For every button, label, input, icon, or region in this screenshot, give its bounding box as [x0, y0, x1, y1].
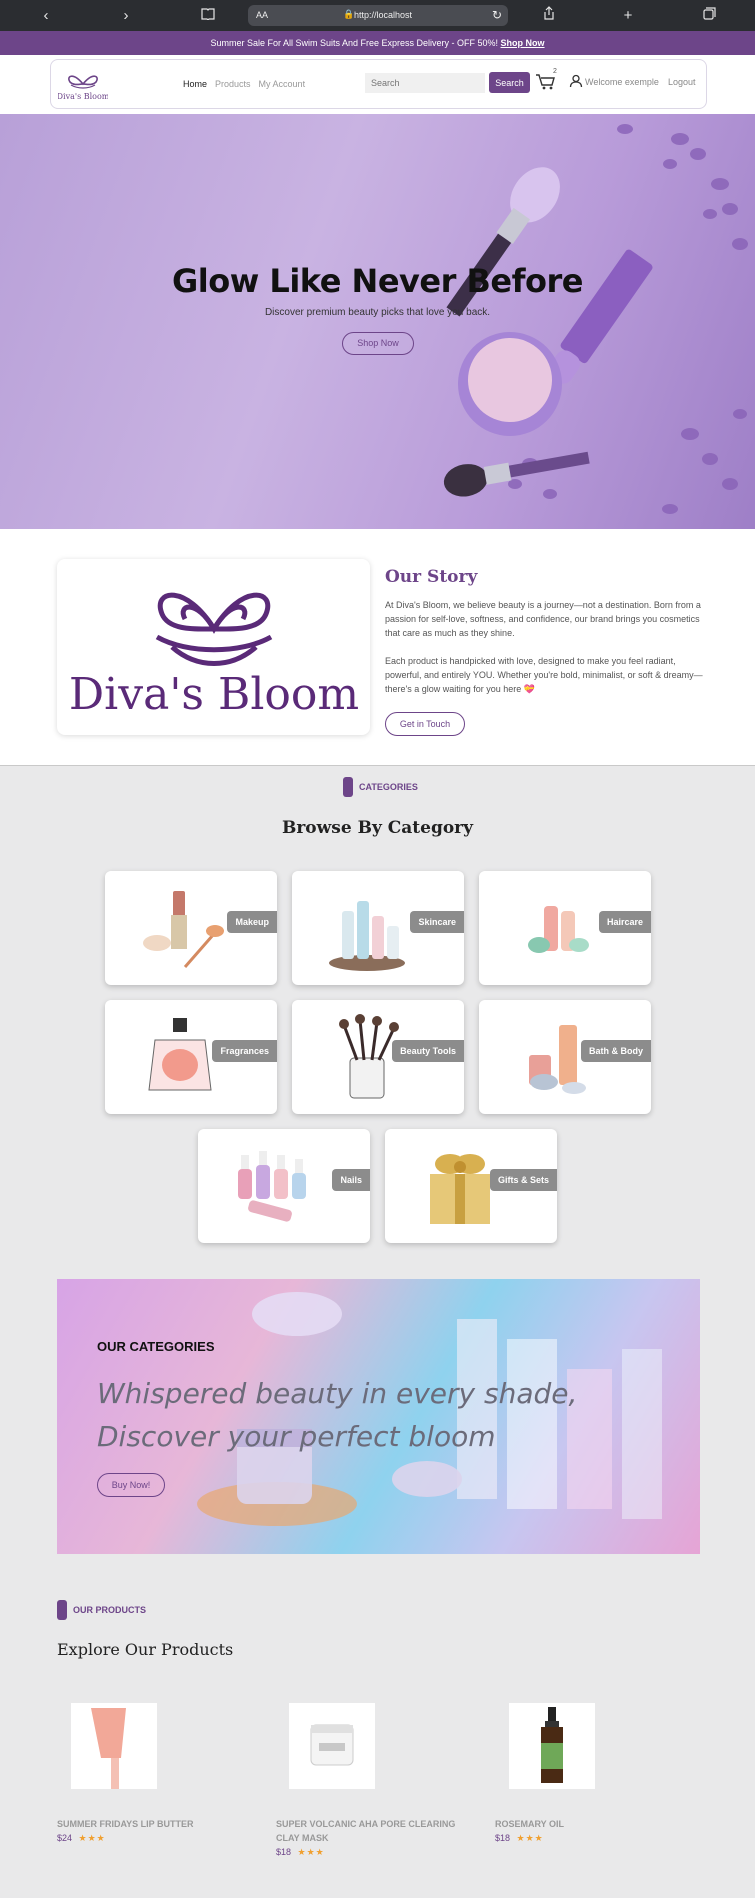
product-image[interactable]	[71, 1703, 157, 1789]
new-tab-icon[interactable]: +	[618, 0, 638, 31]
forward-icon[interactable]: ›	[116, 0, 136, 31]
bookmarks-icon[interactable]	[198, 0, 218, 31]
category-label: Bath & Body	[581, 1040, 651, 1062]
category-card-haircare[interactable]: Haircare	[479, 871, 651, 985]
category-label: Beauty Tools	[392, 1040, 464, 1062]
category-card-makeup[interactable]: Makeup	[105, 871, 277, 985]
hero-subtitle: Discover premium beauty picks that love …	[264, 307, 491, 318]
category-label: Makeup	[227, 911, 277, 933]
rating-stars-icon: ★★★	[297, 1847, 325, 1857]
skincare-icon	[329, 901, 405, 971]
category-label: Skincare	[410, 911, 464, 933]
category-label: Gifts & Sets	[489, 1169, 557, 1191]
haircare-icon	[528, 906, 589, 953]
cart-count-badge: 2	[553, 68, 557, 75]
category-card-fragrances[interactable]: Fragrances	[105, 1000, 277, 1114]
user-icon[interactable]	[569, 74, 583, 88]
product-name[interactable]: ROSEMARY OIL	[495, 1817, 695, 1831]
makeup-icon	[143, 891, 224, 968]
get-in-touch-button[interactable]: Get in Touch	[385, 712, 465, 736]
back-icon[interactable]: ‹	[36, 0, 56, 31]
brand-logo-text: Diva's Bloom	[58, 92, 108, 101]
lip-butter-image	[91, 1708, 126, 1789]
our-story-section: Diva's Bloom Our Story At Diva's Bloom, …	[0, 529, 755, 766]
lock-icon: 🔒	[343, 9, 355, 19]
category-card-nails[interactable]: Nails	[198, 1129, 370, 1243]
categories-label-text: CATEGORIES	[359, 782, 418, 792]
story-paragraph-1: At Diva's Bloom, we believe beauty is a …	[385, 600, 701, 638]
category-card-bath-body[interactable]: Bath & Body	[479, 1000, 651, 1114]
banner-label: OUR CATEGORIES	[97, 1339, 215, 1354]
category-card-beauty-tools[interactable]: Beauty Tools	[292, 1000, 464, 1114]
products-section-label: OUR PRODUCTS	[57, 1600, 146, 1620]
categories-section-label: CATEGORIES	[343, 777, 418, 797]
browse-by-category-title: Browse By Category	[281, 818, 474, 838]
divas-bloom-logo: Diva's Bloom	[69, 592, 359, 720]
tabs-overview-icon[interactable]	[699, 0, 719, 31]
rosemary-oil-image	[541, 1707, 563, 1783]
section-marker	[343, 777, 353, 797]
categories-promo-banner: OUR CATEGORIES Whispered beauty in every…	[57, 1279, 700, 1554]
main-nav: Home Products My Account	[183, 79, 305, 89]
nav-products[interactable]: Products	[215, 79, 251, 89]
products-label-text: OUR PRODUCTS	[73, 1605, 147, 1615]
category-label: Nails	[332, 1169, 370, 1191]
section-marker	[57, 1600, 67, 1620]
text-size-button[interactable]: AA	[256, 10, 268, 20]
category-label: Haircare	[598, 911, 651, 933]
cart-icon[interactable]	[534, 72, 562, 92]
rating-stars-icon: ★★★	[516, 1833, 544, 1843]
product-image[interactable]	[509, 1703, 595, 1789]
category-label: Fragrances	[212, 1040, 277, 1062]
product-card[interactable]: ROSEMARY OIL $18 ★★★	[495, 1703, 695, 1844]
promo-text: Summer Sale For All Swim Suits And Free …	[210, 38, 499, 48]
nav-my-account[interactable]: My Account	[259, 79, 306, 89]
product-card[interactable]: SUMMER FRIDAYS LIP BUTTER $24 ★★★	[57, 1703, 257, 1844]
product-name[interactable]: SUMMER FRIDAYS LIP BUTTER	[57, 1817, 257, 1831]
hero-section: Glow Like Never Before Discover premium …	[0, 114, 755, 529]
site-header: Diva's Bloom Home Products My Account Se…	[0, 55, 755, 114]
category-card-gifts-sets[interactable]: Gifts & Sets	[385, 1129, 557, 1243]
explore-products-title: Explore Our Products	[57, 1640, 234, 1659]
reload-icon[interactable]: ↻	[492, 8, 502, 22]
banner-headline-line-1: Whispered beauty in every shade,	[97, 1377, 578, 1410]
banner-headline-line-2: Discover your perfect bloom	[97, 1420, 496, 1453]
address-bar[interactable]: AA 🔒 http://localhost ↻	[248, 5, 508, 26]
story-paragraph-2: Each product is handpicked with love, de…	[385, 656, 703, 694]
rating-stars-icon: ★★★	[78, 1833, 106, 1843]
logout-link[interactable]: Logout	[668, 77, 696, 87]
story-logo-card: Diva's Bloom	[57, 559, 370, 735]
product-card[interactable]: SUPER VOLCANIC AHA PORE CLEARING CLAY MA…	[276, 1703, 476, 1858]
category-card-skincare[interactable]: Skincare	[292, 871, 464, 985]
product-price-row: $24 ★★★	[57, 1833, 257, 1844]
welcome-text: Welcome exemple	[585, 77, 659, 87]
search-input[interactable]	[365, 73, 485, 93]
hero-shop-now-button[interactable]: Shop Now	[342, 332, 414, 355]
browser-toolbar: ‹ › AA 🔒 http://localhost ↻ +	[0, 0, 755, 31]
header-bar: Diva's Bloom Home Products My Account Se…	[50, 59, 707, 109]
share-icon[interactable]	[539, 0, 559, 31]
product-price: $18	[495, 1833, 511, 1843]
search-button[interactable]: Search	[489, 72, 530, 93]
product-price: $24	[57, 1833, 73, 1843]
nails-icon	[238, 1151, 306, 1222]
product-price-row: $18 ★★★	[495, 1833, 695, 1844]
product-price-row: $18 ★★★	[276, 1847, 476, 1858]
promo-shop-now-link[interactable]: Shop Now	[501, 38, 545, 48]
url-text: http://localhost	[354, 10, 413, 20]
buy-now-button[interactable]: Buy Now!	[97, 1473, 165, 1497]
clay-mask-image	[310, 1724, 354, 1766]
product-name[interactable]: SUPER VOLCANIC AHA PORE CLEARING CLAY MA…	[276, 1817, 476, 1845]
product-image[interactable]	[289, 1703, 375, 1789]
product-price: $18	[276, 1847, 292, 1857]
nav-home[interactable]: Home	[183, 79, 207, 89]
promo-banner: Summer Sale For All Swim Suits And Free …	[0, 31, 755, 55]
hero-title: Glow Like Never Before	[172, 262, 584, 300]
story-title: Our Story	[385, 567, 478, 587]
story-logo-text: Diva's Bloom	[69, 669, 359, 720]
banner-background-image	[197, 1292, 662, 1526]
hero-cosmetics-image	[443, 124, 748, 514]
brand-logo[interactable]: Diva's Bloom	[58, 70, 108, 102]
